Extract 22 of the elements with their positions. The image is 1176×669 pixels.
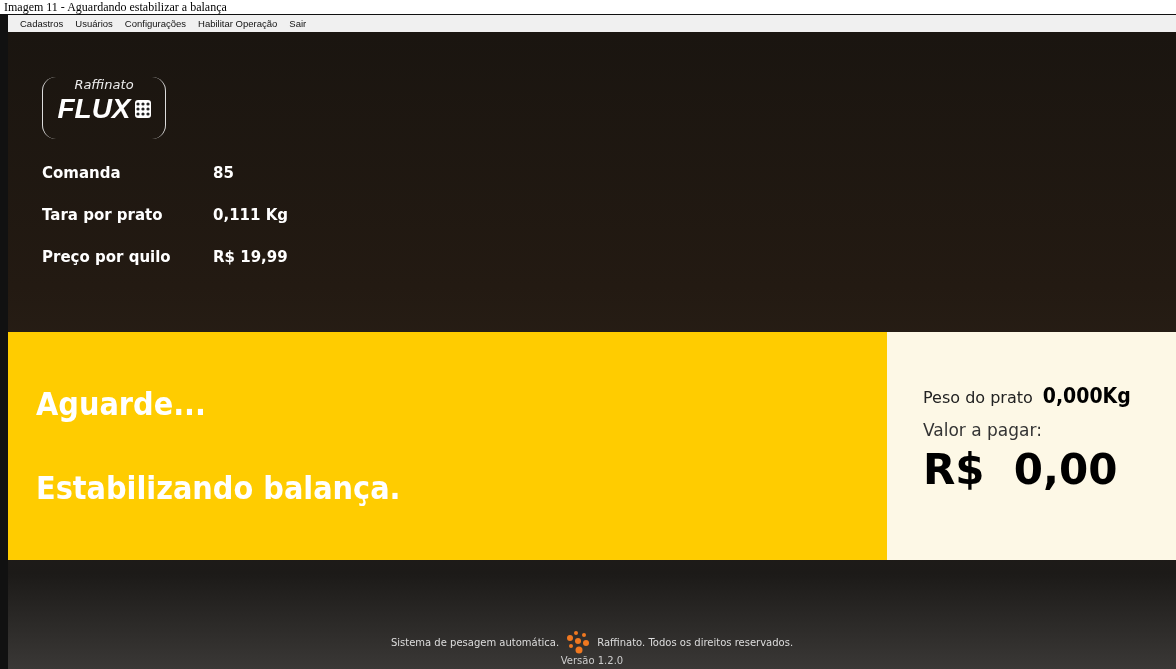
info-value: 0,111 Kg <box>213 205 290 226</box>
weight-label: Peso do prato <box>923 388 1033 407</box>
menu-item[interactable]: Usuários <box>69 18 119 29</box>
menu-item[interactable]: Habilitar Operação <box>192 18 284 29</box>
status-text: Estabilizando balança. <box>36 468 402 509</box>
logo: Raffinato FLUX <box>42 77 166 139</box>
menu-item[interactable]: Cadastros <box>14 18 70 29</box>
version-text: Versão 1.2.0 <box>560 654 624 667</box>
payment-label: Valor a pagar: <box>923 420 1043 440</box>
footer-text: Raffinato. Todos os direitos reservados. <box>597 636 794 648</box>
status-text: Aguarde... <box>36 384 207 425</box>
menu-item[interactable]: Configurações <box>118 18 193 29</box>
info-label: Tara por prato <box>42 205 164 226</box>
weight-value: 0,000Kg <box>1042 384 1131 408</box>
payment-value: R$ 0,00 <box>923 444 1119 496</box>
info-label: Comanda <box>42 163 122 184</box>
info-label: Preço por quilo <box>42 247 172 268</box>
footer-text: Sistema de pesagem automática. <box>390 636 560 648</box>
info-value: R$ 19,99 <box>213 247 289 268</box>
info-value: 85 <box>213 163 235 184</box>
menu-item[interactable]: Sair <box>283 18 313 29</box>
figure-caption: Imagem 11 - Aguardando estabilizar a balança <box>3 0 228 14</box>
